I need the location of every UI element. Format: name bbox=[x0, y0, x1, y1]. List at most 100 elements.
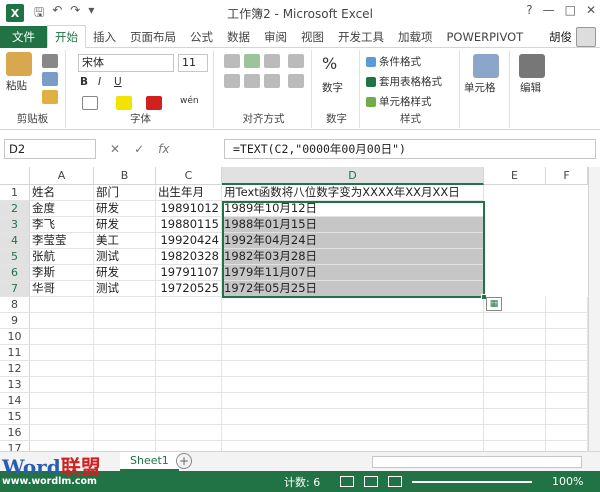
add-sheet-button[interactable]: + bbox=[176, 453, 192, 469]
grid-cell[interactable] bbox=[156, 297, 222, 313]
grid-cell[interactable] bbox=[94, 329, 156, 345]
format-painter-icon[interactable] bbox=[42, 90, 58, 104]
grid-cell[interactable]: 1992年04月24日 bbox=[222, 233, 484, 249]
border-icon[interactable] bbox=[82, 96, 98, 110]
grid-cell[interactable] bbox=[94, 409, 156, 425]
grid-cell[interactable] bbox=[546, 361, 588, 377]
horizontal-scrollbar[interactable] bbox=[372, 456, 582, 468]
formula-input[interactable]: =TEXT(C2,"0000年00月00日") bbox=[224, 139, 596, 159]
column-header-e[interactable]: E bbox=[484, 167, 546, 185]
row-header[interactable]: 5 bbox=[0, 249, 30, 265]
grid-cell[interactable] bbox=[484, 425, 546, 441]
row-header[interactable]: 7 bbox=[0, 281, 30, 297]
grid-cell[interactable] bbox=[94, 393, 156, 409]
row-header[interactable]: 3 bbox=[0, 217, 30, 233]
grid-cell[interactable]: 研发 bbox=[94, 201, 156, 217]
grid-cell[interactable]: 测试 bbox=[94, 249, 156, 265]
tab-review[interactable]: 审阅 bbox=[257, 26, 294, 48]
grid-cell[interactable] bbox=[156, 313, 222, 329]
minimize-button[interactable]: — bbox=[543, 3, 555, 17]
row-header[interactable]: 4 bbox=[0, 233, 30, 249]
grid-cell[interactable] bbox=[222, 425, 484, 441]
font-size-select[interactable]: 11 bbox=[178, 54, 208, 72]
grid-cell[interactable]: 李莹莹 bbox=[30, 233, 94, 249]
grid-cell[interactable]: 金度 bbox=[30, 201, 94, 217]
grid-cell[interactable] bbox=[94, 313, 156, 329]
insert-function-icon[interactable]: fx bbox=[158, 142, 169, 156]
grid-cell[interactable]: 1979年11月07日 bbox=[222, 265, 484, 281]
grid-cell[interactable] bbox=[30, 329, 94, 345]
grid-cell[interactable] bbox=[94, 377, 156, 393]
align-top-icon[interactable] bbox=[224, 54, 240, 68]
copy-icon[interactable] bbox=[42, 72, 58, 86]
maximize-button[interactable]: □ bbox=[565, 3, 576, 17]
fill-color-icon[interactable] bbox=[116, 96, 132, 110]
grid-cell[interactable] bbox=[222, 313, 484, 329]
wrap-text-icon[interactable] bbox=[288, 54, 304, 68]
number-format-button[interactable]: 数字 bbox=[322, 80, 343, 95]
grid-cell[interactable]: 19891012 bbox=[156, 201, 222, 217]
cells-button[interactable]: 单元格 bbox=[464, 80, 496, 95]
name-box[interactable]: D2 bbox=[4, 139, 96, 159]
grid-cell[interactable] bbox=[484, 329, 546, 345]
sheet-tab[interactable]: Sheet1 bbox=[120, 452, 179, 471]
grid-cell[interactable] bbox=[484, 409, 546, 425]
grid-cell[interactable] bbox=[30, 313, 94, 329]
merge-center-icon[interactable] bbox=[288, 74, 304, 88]
user-account[interactable]: 胡俊 bbox=[549, 26, 596, 48]
grid-cell[interactable]: 研发 bbox=[94, 265, 156, 281]
grid-cell[interactable] bbox=[546, 393, 588, 409]
cell-styles-button[interactable]: 单元格样式 bbox=[366, 94, 432, 109]
grid-cell[interactable]: 李斯 bbox=[30, 265, 94, 281]
font-name-select[interactable]: 宋体 bbox=[78, 54, 174, 72]
align-center-icon[interactable] bbox=[244, 74, 260, 88]
grid-cell[interactable]: 华哥 bbox=[30, 281, 94, 297]
grid-cell[interactable] bbox=[222, 297, 484, 313]
grid-cell[interactable] bbox=[546, 313, 588, 329]
grid-cell[interactable] bbox=[484, 361, 546, 377]
grid-cell[interactable] bbox=[30, 425, 94, 441]
grid-cell[interactable] bbox=[156, 393, 222, 409]
paste-button[interactable]: 粘贴 bbox=[6, 52, 32, 93]
grid-cell[interactable]: 1982年03月28日 bbox=[222, 249, 484, 265]
format-as-table-button[interactable]: 套用表格格式 bbox=[366, 74, 442, 89]
tab-developer[interactable]: 开发工具 bbox=[331, 26, 391, 48]
page-break-view-icon[interactable] bbox=[388, 476, 402, 487]
grid-cell[interactable] bbox=[546, 409, 588, 425]
grid-cell[interactable] bbox=[30, 393, 94, 409]
grid-cell[interactable] bbox=[94, 361, 156, 377]
grid-cell[interactable] bbox=[94, 425, 156, 441]
grid-cell[interactable]: 19820328 bbox=[156, 249, 222, 265]
row-header[interactable]: 15 bbox=[0, 409, 30, 425]
column-header-a[interactable]: A bbox=[30, 167, 94, 185]
tab-formulas[interactable]: 公式 bbox=[183, 26, 220, 48]
row-header[interactable]: 13 bbox=[0, 377, 30, 393]
font-color-icon[interactable] bbox=[146, 96, 162, 110]
grid-cell[interactable]: 用Text函数将八位数字变为XXXX年XX月XX日 bbox=[222, 185, 484, 201]
row-header[interactable]: 2 bbox=[0, 201, 30, 217]
row-header[interactable]: 16 bbox=[0, 425, 30, 441]
row-header[interactable]: 10 bbox=[0, 329, 30, 345]
close-button[interactable]: ✕ bbox=[586, 3, 596, 17]
column-header-f[interactable]: F bbox=[546, 167, 588, 185]
grid-cell[interactable] bbox=[94, 345, 156, 361]
grid-cell[interactable] bbox=[222, 409, 484, 425]
align-right-icon[interactable] bbox=[264, 74, 280, 88]
tab-view[interactable]: 视图 bbox=[294, 26, 331, 48]
grid-cell[interactable]: 测试 bbox=[94, 281, 156, 297]
grid-cell[interactable] bbox=[30, 297, 94, 313]
row-header[interactable]: 9 bbox=[0, 313, 30, 329]
grid-cell[interactable] bbox=[546, 345, 588, 361]
grid-cell[interactable]: 李飞 bbox=[30, 217, 94, 233]
grid-cell[interactable]: 部门 bbox=[94, 185, 156, 201]
phonetic-button[interactable]: wén bbox=[180, 96, 199, 106]
grid-cell[interactable] bbox=[30, 409, 94, 425]
column-header-c[interactable]: C bbox=[156, 167, 222, 185]
enter-icon[interactable]: ✓ bbox=[134, 142, 144, 156]
tab-page-layout[interactable]: 页面布局 bbox=[123, 26, 183, 48]
grid-cell[interactable] bbox=[546, 329, 588, 345]
grid-cell[interactable]: 研发 bbox=[94, 217, 156, 233]
worksheet-grid[interactable]: A B C D E F 1 2 3 4 5 6 7 8 9 10 11 12 13 14 15 16 17 姓名… bbox=[0, 167, 590, 457]
grid-cell[interactable] bbox=[30, 345, 94, 361]
grid-cell[interactable]: 19920424 bbox=[156, 233, 222, 249]
